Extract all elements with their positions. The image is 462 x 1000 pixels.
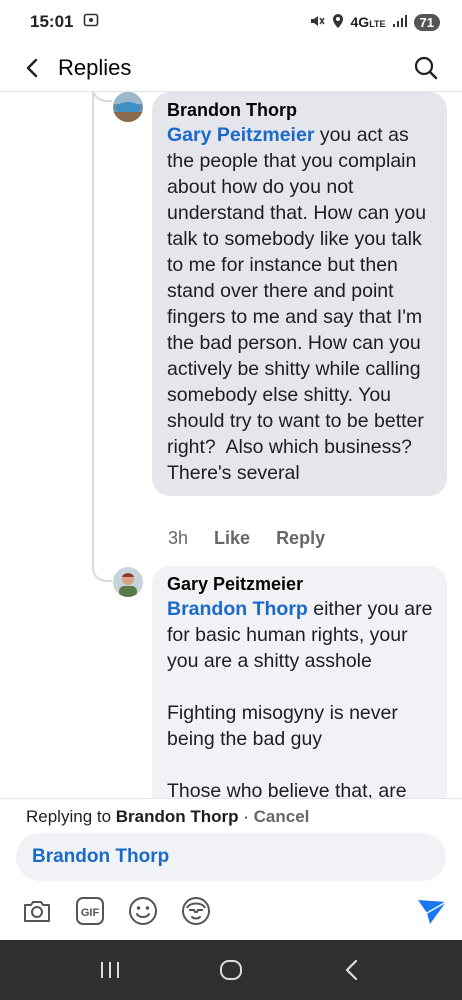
svg-text:GIF: GIF <box>81 907 100 919</box>
cancel-reply-button[interactable]: Cancel <box>254 807 310 826</box>
comment-time: 3h <box>168 528 189 548</box>
replying-prefix: Replying to <box>26 807 116 826</box>
back-arrow-icon <box>26 58 38 77</box>
comment-bubble[interactable]: Gary Peitzmeier Brandon Thorp either you… <box>152 566 447 798</box>
gif-button[interactable]: GIF <box>73 894 107 928</box>
composer-toolbar: GIF <box>20 891 450 931</box>
comment-text: Gary Peitzmeier you act as the people th… <box>167 122 435 486</box>
emoji-icon <box>129 897 157 925</box>
gif-icon: GIF <box>76 897 104 925</box>
comment-text: Brandon Thorp either you are for basic h… <box>167 596 435 798</box>
system-back-icon <box>345 959 357 981</box>
status-time: 15:01 <box>30 12 74 31</box>
screen-record-icon <box>83 12 99 33</box>
camera-button[interactable] <box>20 894 54 928</box>
header: Replies <box>0 44 462 92</box>
location-icon <box>331 13 345 32</box>
thread-connector <box>92 566 112 582</box>
status-bar: 15:01 4GLTE 71 <box>0 0 462 44</box>
mention-link[interactable]: Brandon Thorp <box>167 598 308 620</box>
replying-separator: · <box>238 807 254 826</box>
avatar-sticker-icon <box>182 897 210 925</box>
replying-name: Brandon Thorp <box>115 807 239 826</box>
signal-icon <box>392 14 408 31</box>
comment-thread[interactable]: Brandon Thorp Gary Peitzmeier you act as… <box>0 92 462 798</box>
thread-line <box>92 92 94 570</box>
recent-apps-icon <box>101 962 120 978</box>
search-icon <box>414 56 438 80</box>
avatar-image-icon <box>113 567 143 597</box>
comment-body: either you are for basic human rights, y… <box>167 598 433 798</box>
recent-apps-button[interactable] <box>90 950 130 990</box>
reply-composer: Replying to Brandon Thorp · Cancel Brand… <box>0 798 462 940</box>
comment-meta: 3h Like Reply <box>168 528 325 549</box>
battery-indicator: 71 <box>413 13 440 31</box>
comment-author[interactable]: Brandon Thorp <box>167 98 435 122</box>
network-label: 4G <box>350 14 370 30</box>
comment-bubble[interactable]: Brandon Thorp Gary Peitzmeier you act as… <box>152 92 447 496</box>
mute-icon <box>309 13 325 32</box>
comment-body: you act as the people that you complain … <box>167 124 432 484</box>
page-title: Replies <box>58 54 132 80</box>
reply-button[interactable]: Reply <box>276 528 325 549</box>
home-button[interactable] <box>211 950 251 990</box>
thread-connector <box>92 92 112 102</box>
comment-author[interactable]: Gary Peitzmeier <box>167 572 435 596</box>
system-back-button[interactable] <box>332 950 372 990</box>
avatar-sticker-button[interactable] <box>179 894 213 928</box>
back-button[interactable] <box>12 48 52 88</box>
reply-input[interactable]: Brandon Thorp <box>16 833 446 881</box>
avatar[interactable] <box>113 567 143 597</box>
like-button[interactable]: Like <box>214 528 250 549</box>
home-icon <box>219 960 242 980</box>
replying-to-line: Replying to Brandon Thorp · Cancel <box>26 807 309 827</box>
network-sub-label: LTE <box>369 19 386 29</box>
search-button[interactable] <box>408 50 444 86</box>
reply-input-mention[interactable]: Brandon Thorp <box>32 846 169 868</box>
send-icon <box>418 900 447 924</box>
send-button[interactable] <box>414 893 450 929</box>
camera-icon <box>24 901 50 922</box>
avatar[interactable] <box>113 92 143 122</box>
emoji-button[interactable] <box>126 894 160 928</box>
avatar-image-icon <box>113 92 143 122</box>
mention-link[interactable]: Gary Peitzmeier <box>167 124 314 146</box>
system-nav-bar <box>0 940 462 1000</box>
